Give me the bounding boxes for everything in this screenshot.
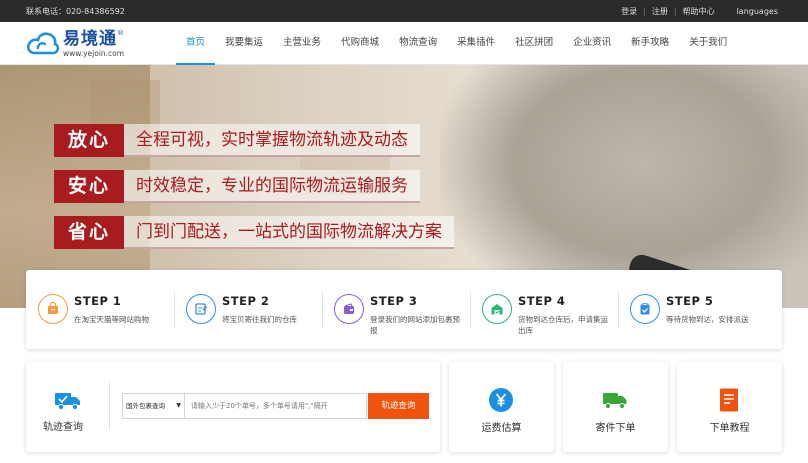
step-description: 登录我们的网站添加包裹预报 — [370, 315, 460, 335]
logo-name: 易境通 — [63, 29, 117, 49]
slogan-reassure: 放心 全程可视，实时掌握物流轨迹及动态 — [54, 124, 420, 157]
slogan-text: 全程可视，实时掌握物流轨迹及动态 — [124, 124, 420, 157]
main-nav: 首页 我要集运 主营业务 代购商城 物流查询 采集插件 社区拼团 企业资讯 新手… — [176, 22, 737, 65]
card-label: 运费估算 — [481, 423, 522, 434]
step-2: STEP 2 将宝贝寄往我们的仓库 — [174, 270, 322, 349]
shopping-bag-icon — [38, 294, 68, 324]
slogan-text: 门到门配送，一站式的国际物流解决方案 — [124, 216, 454, 249]
site-header: 易境通® www.yejoin.com 首页 我要集运 主营业务 代购商城 物流… — [0, 22, 808, 65]
wallet-icon — [334, 294, 364, 324]
step-5: STEP 5 等待货物到达，安排派送 — [618, 270, 766, 349]
step-1: STEP 1 在淘宝天猫等网站购物 — [26, 270, 174, 349]
delivery-truck-icon — [603, 393, 627, 409]
step-title: STEP 5 — [666, 294, 714, 308]
help-center-link[interactable]: 帮助中心 — [683, 6, 715, 17]
registered-mark: ® — [117, 29, 124, 37]
tracking-card: 轨迹查询 国外包裹查询 ▼ 轨迹查询 — [26, 362, 440, 452]
tracking-type-select[interactable]: 国外包裹查询 ▼ — [122, 393, 184, 419]
slogan-tag: 安心 — [54, 170, 124, 203]
slogan-tag: 放心 — [54, 124, 124, 157]
nav-about-us[interactable]: 关于我们 — [679, 22, 737, 65]
step-description: 等待货物到达，安排派送 — [666, 315, 749, 324]
step-description: 在淘宝天猫等网站购物 — [74, 315, 149, 324]
yen-coin-icon — [489, 388, 513, 412]
card-place-order[interactable]: 寄件下单 — [563, 362, 668, 452]
top-bar: 联系电话：020-84386592 登录 | 注册 | 帮助中心 languag… — [0, 0, 808, 22]
step-3: STEP 3 登录我们的网站添加包裹预报 — [322, 270, 470, 349]
slogan-easy: 省心 门到门配送，一站式的国际物流解决方案 — [54, 216, 454, 249]
separator: | — [643, 7, 646, 16]
step-description: 将宝贝寄往我们的仓库 — [222, 315, 297, 324]
cloud-logo-icon — [26, 32, 60, 55]
contact-phone: 联系电话：020-84386592 — [26, 7, 125, 16]
step-title: STEP 4 — [518, 294, 566, 308]
nav-main-business[interactable]: 主营业务 — [273, 22, 331, 65]
process-steps: STEP 1 在淘宝天猫等网站购物 STEP 2 将宝贝寄往我们的仓库 STEP… — [26, 270, 782, 349]
nav-community-group[interactable]: 社区拼团 — [505, 22, 563, 65]
step-title: STEP 3 — [370, 294, 418, 308]
step-description: 货物到达仓库后，申请集运出库 — [518, 315, 608, 335]
languages-link[interactable]: languages — [737, 7, 778, 16]
card-shipping-estimate[interactable]: 运费估算 — [449, 362, 554, 452]
site-logo[interactable]: 易境通® www.yejoin.com — [26, 26, 124, 62]
caret-down-icon: ▼ — [176, 402, 181, 409]
nav-shopping-mall[interactable]: 代购商城 — [331, 22, 389, 65]
login-link[interactable]: 登录 — [621, 6, 637, 17]
clipboard-check-icon — [630, 294, 660, 324]
delivery-truck-icon — [55, 393, 80, 411]
nav-company-news[interactable]: 企业资讯 — [563, 22, 621, 65]
nav-consolidation[interactable]: 我要集运 — [215, 22, 273, 65]
nav-logistics-tracking[interactable]: 物流查询 — [389, 22, 447, 65]
logo-url: www.yejoin.com — [63, 49, 125, 58]
selected-value: 国外包裹查询 — [126, 402, 165, 410]
slogan-tag: 省心 — [54, 216, 124, 249]
top-links: 登录 | 注册 | 帮助中心 languages — [617, 6, 782, 17]
separator: | — [673, 7, 677, 16]
warehouse-icon — [482, 294, 512, 324]
divider — [109, 382, 110, 430]
edit-form-icon — [186, 294, 216, 324]
nav-beginner-guide[interactable]: 新手攻略 — [621, 22, 679, 65]
tracking-number-input[interactable] — [184, 393, 367, 419]
track-query-button[interactable]: 轨迹查询 — [368, 393, 429, 419]
card-label: 下单教程 — [709, 423, 750, 434]
step-title: STEP 1 — [74, 294, 122, 308]
slogan-peace: 安心 时效稳定，专业的国际物流运输服务 — [54, 170, 420, 203]
document-icon — [720, 388, 738, 412]
register-link[interactable]: 注册 — [652, 6, 668, 17]
card-order-tutorial[interactable]: 下单教程 — [677, 362, 782, 452]
nav-home[interactable]: 首页 — [176, 22, 216, 65]
slogan-text: 时效稳定，专业的国际物流运输服务 — [124, 170, 420, 203]
step-title: STEP 2 — [222, 294, 270, 308]
nav-collection-plugin[interactable]: 采集插件 — [447, 22, 505, 65]
tracking-label: 轨迹查询 — [43, 422, 83, 433]
step-4: STEP 4 货物到达仓库后，申请集运出库 — [470, 270, 618, 349]
card-label: 寄件下单 — [595, 423, 636, 434]
